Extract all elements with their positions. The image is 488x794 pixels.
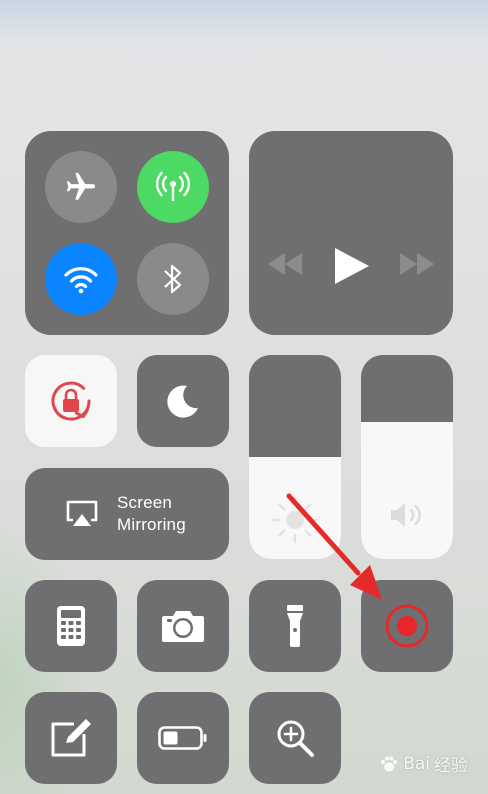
screen-mirroring-label: Screen Mirroring <box>117 492 186 536</box>
fast-forward-icon[interactable] <box>399 253 435 275</box>
connectivity-module <box>25 131 229 335</box>
notes-icon <box>51 719 91 757</box>
moon-icon <box>167 385 198 418</box>
cellular-data-button[interactable] <box>137 151 209 223</box>
wifi-button[interactable] <box>45 243 117 315</box>
flashlight-icon <box>287 605 303 647</box>
calculator-icon <box>57 606 85 646</box>
camera-button[interactable] <box>137 580 229 672</box>
orientation-lock-button[interactable] <box>25 355 117 447</box>
rewind-icon[interactable] <box>267 253 303 275</box>
do-not-disturb-button[interactable] <box>137 355 229 447</box>
bluetooth-button[interactable] <box>137 243 209 315</box>
volume-slider[interactable] <box>361 355 453 559</box>
notes-button[interactable] <box>25 692 117 784</box>
screen-mirroring-line-2: Mirroring <box>117 515 186 534</box>
wifi-icon <box>64 267 98 294</box>
watermark-suffix: 经验 <box>434 756 468 776</box>
antenna-icon <box>155 171 191 202</box>
screen-recording-button[interactable] <box>361 580 453 672</box>
brightness-slider[interactable] <box>249 355 341 559</box>
play-icon[interactable] <box>333 247 371 285</box>
speaker-icon <box>391 503 421 527</box>
rotation-lock-icon <box>51 381 91 421</box>
watermark: Bai 经验 <box>379 751 468 776</box>
airplane-mode-button[interactable] <box>45 151 117 223</box>
screen-mirroring-line-1: Screen <box>117 493 173 512</box>
airplay-icon <box>66 500 98 526</box>
volume-level <box>361 422 453 559</box>
screen-mirroring-button[interactable]: Screen Mirroring <box>25 468 229 560</box>
calculator-button[interactable] <box>25 580 117 672</box>
record-icon <box>385 604 429 648</box>
paw-icon <box>381 756 398 771</box>
low-power-mode-button[interactable] <box>137 692 229 784</box>
sun-icon <box>271 496 319 544</box>
battery-icon <box>158 726 207 750</box>
bluetooth-icon <box>164 264 182 294</box>
watermark-brand: Bai <box>403 753 430 774</box>
camera-icon <box>162 611 204 642</box>
airplane-icon <box>66 172 96 200</box>
magnifier-button[interactable] <box>249 692 341 784</box>
media-module <box>249 131 453 335</box>
flashlight-button[interactable] <box>249 580 341 672</box>
magnifier-icon <box>277 720 314 757</box>
